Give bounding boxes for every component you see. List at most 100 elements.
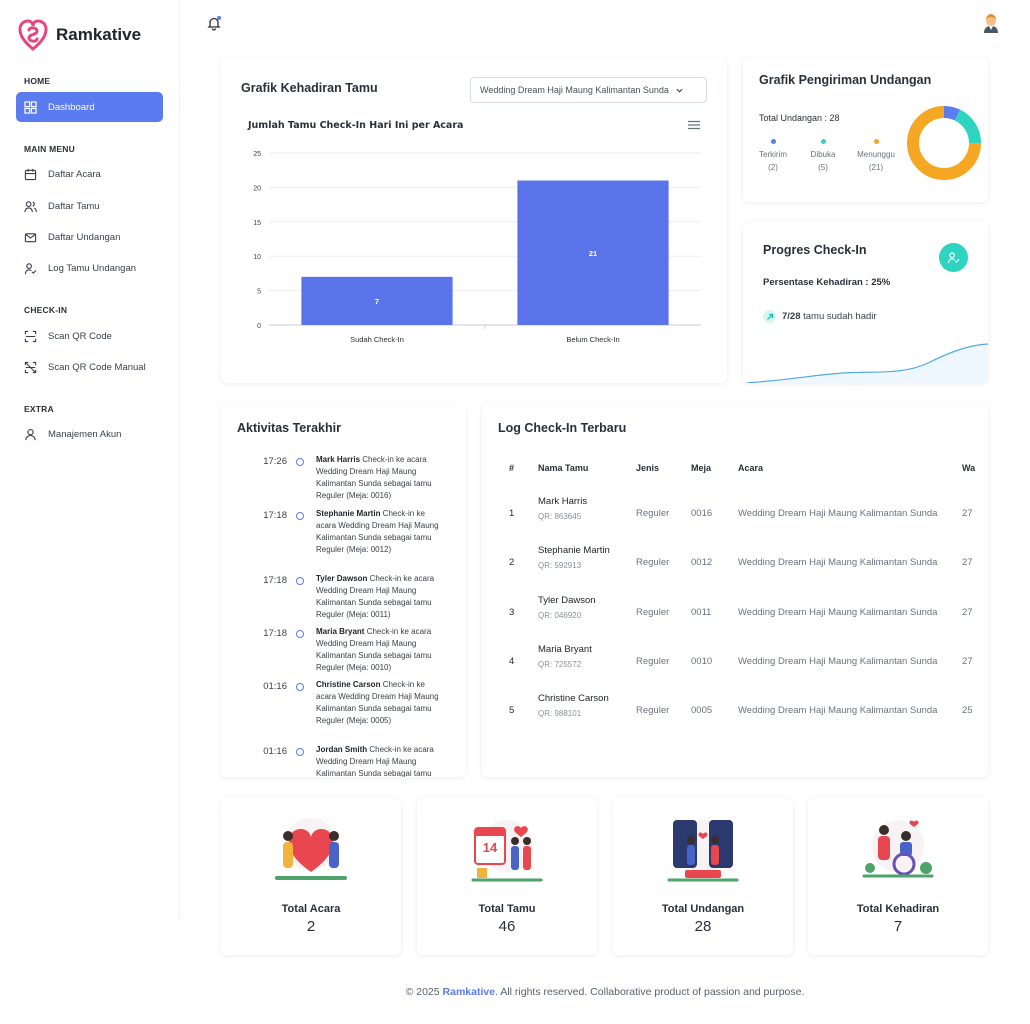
column-header-no: # [509,463,515,473]
wheelchair-couple-illustration [862,820,934,878]
checkin-log-title: Log Check-In Terbaru [498,421,627,435]
cell-waktu: 27 [962,508,973,519]
event-select[interactable]: Wedding Dream Haji Maung Kalimantan Sund… [470,77,707,103]
bell-icon[interactable] [206,15,222,31]
legend-label: Menunggu [857,150,895,159]
legend-dot [820,139,826,144]
bar[interactable] [301,276,453,325]
bar[interactable] [517,180,669,325]
cell-qr-code: QR: 863645 [538,512,582,521]
legend-count: (5) [818,163,828,172]
checkin-progress-card: Progres Check-In Persentase Kehadiran : … [743,222,988,383]
user-icon [25,428,36,440]
cell-acara: Wedding Dream Haji Maung Kalimantan Sund… [738,607,938,618]
sidebar-item-label: Manajemen Akun [48,428,122,440]
column-header-acara: Acara [738,463,764,473]
stat-label: Total Acara [281,903,341,915]
cell-no: 2 [509,557,515,568]
sidebar-item-daftar-undangan[interactable]: Daftar Undangan [16,222,163,252]
y-tick-label: 20 [253,185,261,192]
attendance-chart-title: Grafik Kehadiran Tamu [241,81,378,95]
invite-chart-title: Grafik Pengiriman Undangan [759,73,932,87]
x-tick-label: Belum Check-In [566,335,619,344]
mail-icon [24,232,37,242]
checkin-badge [939,243,968,272]
svg-text:14: 14 [483,840,498,855]
chevron-down-icon [676,88,683,93]
sidebar-item-scan-qr-code[interactable]: Scan QR Code [16,321,163,351]
activity-item: Maria Bryant Check-in ke acara Wedding D… [316,626,441,674]
legend-item-terkirim: Terkirim (2) [751,139,795,172]
cell-meja: 0016 [691,508,713,519]
sidebar-item-log-tamu-undangan[interactable]: Log Tamu Undangan [16,253,163,283]
stat-label: Total Undangan [661,903,745,915]
user-check-icon [24,262,37,274]
timeline-dot [296,683,304,691]
activity-item: Christine Carson Check-in ke acara Weddi… [316,679,441,727]
footer-suffix: . All rights reserved. Collaborative pro… [495,986,805,998]
sidebar-item-label: Daftar Acara [48,168,101,180]
activity-time: 01:16 [263,746,287,757]
invite-chart-card: Grafik Pengiriman Undangan Total Undanga… [743,57,988,202]
footer-brand-link[interactable]: Ramkative [443,986,496,998]
invite-donut-chart [907,106,981,180]
scan-icon [24,330,37,342]
phone-couple-illustration [667,820,739,882]
sidebar-item-scan-qr-code-manual[interactable]: Scan QR Code Manual [16,352,163,382]
column-header-jenis: Jenis [636,463,660,473]
cell-qr-code: QR: 592913 [538,561,582,570]
activity-time: 01:16 [263,681,287,692]
cell-nama-tamu: Mark Harris [538,496,588,507]
activity-guest-name: Mark Harris [316,455,361,464]
calendar-icon [24,168,37,180]
legend-dot [873,139,879,144]
legend-label: Dibuka [810,150,836,159]
nav-heading-extra: EXTRA [24,404,54,414]
trend-sparkline [743,343,988,383]
cell-qr-code: QR: 988101 [538,709,582,718]
timeline-dot [296,630,304,638]
cell-acara: Wedding Dream Haji Maung Kalimantan Sund… [738,508,938,519]
couple-heart-illustration [275,818,347,880]
avatar[interactable] [980,12,1002,34]
sidebar-item-daftar-tamu[interactable]: Daftar Tamu [16,191,163,221]
brand[interactable]: Ramkative [18,18,141,52]
stat-card-total-kehadiran: Total Kehadiran 7 [808,798,988,955]
sidebar-item-label: Scan QR Code [48,330,112,342]
activity-item: Jordan Smith Check-in ke acara Wedding D… [316,744,441,777]
stat-card-total-acara: Total Acara 2 [221,798,401,955]
checkin-percent: Persentase Kehadiran : 25% [763,277,891,288]
stat-value: 2 [306,918,316,935]
sidebar-item-manajemen-akun[interactable]: Manajemen Akun [16,419,163,449]
activity-time: 17:18 [263,628,287,639]
activity-card: Aktivitas Terakhir 17:26 Mark Harris Chec… [221,404,466,777]
menu-icon[interactable] [688,120,700,130]
users-icon [24,200,37,212]
activity-guest-name: Stephanie Martin [316,509,381,518]
cell-nama-tamu: Stephanie Martin [538,545,610,556]
sidebar-item-label: Dashboard [48,101,95,113]
cell-meja: 0012 [691,557,713,568]
legend-item-dibuka: Dibuka (5) [801,139,845,172]
sidebar-item-dashboard[interactable]: Dashboard [16,92,163,122]
y-tick-label: 15 [253,220,261,227]
nav-heading-check-in: CHECK-IN [24,305,68,315]
x-tick-label: Sudah Check-In [350,335,404,344]
brand-name: Ramkative [56,25,142,44]
activity-time: 17:18 [263,510,287,521]
sidebar-item-daftar-acara[interactable]: Daftar Acara [16,159,163,189]
stat-label: Total Tamu [478,903,536,915]
invite-legend: Terkirim (2) Dibuka (5) Menunggu (21) [751,139,901,172]
nav-heading-home: HOME [24,76,51,86]
column-header-waktu: Wa [962,463,976,473]
cell-jenis: Reguler [636,557,670,568]
cell-no: 3 [509,607,515,618]
stat-value: 28 [694,918,712,935]
cell-jenis: Reguler [636,656,670,667]
trend-up-icon [763,310,776,323]
invite-total: Total Undangan : 28 [759,113,840,123]
cell-no: 5 [509,705,515,716]
y-tick-label: 5 [257,289,261,296]
cell-nama-tamu: Tyler Dawson [538,595,596,606]
y-tick-label: 0 [257,323,261,330]
